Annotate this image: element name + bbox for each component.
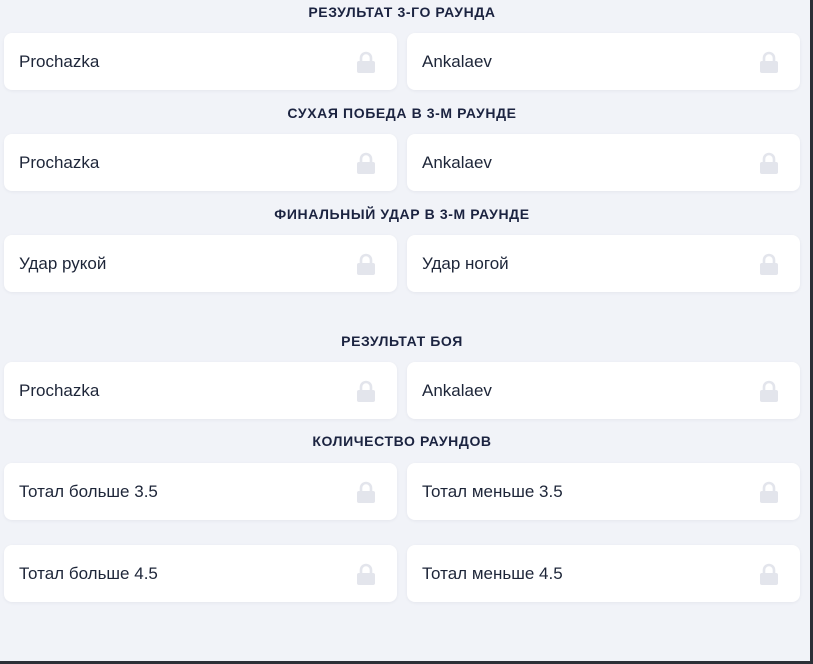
bet-option-dry-win-ankalaev[interactable]: Ankalaev bbox=[407, 134, 800, 191]
bet-option-label: Тотал меньше 3.5 bbox=[422, 482, 563, 501]
lock-icon bbox=[357, 481, 375, 503]
bet-option-total-over-4-5[interactable]: Тотал больше 4.5 bbox=[4, 545, 397, 602]
section-title-round-3-result: РЕЗУЛЬТАТ 3-ГО РАУНДА bbox=[308, 4, 496, 20]
bet-option-label: Тотал больше 4.5 bbox=[19, 564, 158, 583]
bet-option-label: Удар рукой bbox=[19, 254, 107, 273]
lock-icon bbox=[760, 481, 778, 503]
bet-option-label: Ankalaev bbox=[422, 52, 492, 71]
lock-icon bbox=[357, 51, 375, 73]
bet-option-total-under-3-5[interactable]: Тотал меньше 3.5 bbox=[407, 463, 800, 520]
bet-option-fight-ankalaev[interactable]: Ankalaev bbox=[407, 362, 800, 419]
section-title-final-strike-round-3: ФИНАЛЬНЫЙ УДАР В 3-М РАУНДЕ bbox=[274, 206, 530, 222]
bet-option-label: Prochazka bbox=[19, 381, 100, 400]
bet-option-label: Ankalaev bbox=[422, 153, 492, 172]
bet-option-label: Тотал больше 3.5 bbox=[19, 482, 158, 501]
section-title-fight-result: РЕЗУЛЬТАТ БОЯ bbox=[341, 333, 463, 349]
bet-option-label: Prochazka bbox=[19, 153, 100, 172]
bet-option-total-under-4-5[interactable]: Тотал меньше 4.5 bbox=[407, 545, 800, 602]
lock-icon bbox=[760, 563, 778, 585]
lock-icon bbox=[760, 51, 778, 73]
lock-icon bbox=[760, 380, 778, 402]
lock-icon bbox=[760, 152, 778, 174]
section-title-dry-win-round-3: СУХАЯ ПОБЕДА В 3-М РАУНДЕ bbox=[287, 105, 517, 121]
bet-option-label: Prochazka bbox=[19, 52, 100, 71]
bet-option-strike-punch[interactable]: Удар рукой bbox=[4, 235, 397, 292]
lock-icon bbox=[357, 563, 375, 585]
lock-icon bbox=[357, 253, 375, 275]
lock-icon bbox=[357, 152, 375, 174]
bet-option-dry-win-prochazka[interactable]: Prochazka bbox=[4, 134, 397, 191]
bet-option-round-3-prochazka[interactable]: Prochazka bbox=[4, 33, 397, 90]
bet-option-strike-kick[interactable]: Удар ногой bbox=[407, 235, 800, 292]
bet-option-round-3-ankalaev[interactable]: Ankalaev bbox=[407, 33, 800, 90]
lock-icon bbox=[760, 253, 778, 275]
bet-option-fight-prochazka[interactable]: Prochazka bbox=[4, 362, 397, 419]
bet-option-label: Тотал меньше 4.5 bbox=[422, 564, 563, 583]
bet-option-label: Ankalaev bbox=[422, 381, 492, 400]
section-title-rounds-count: КОЛИЧЕСТВО РАУНДОВ bbox=[312, 433, 492, 449]
bet-option-label: Удар ногой bbox=[422, 254, 509, 273]
bet-option-total-over-3-5[interactable]: Тотал больше 3.5 bbox=[4, 463, 397, 520]
lock-icon bbox=[357, 380, 375, 402]
